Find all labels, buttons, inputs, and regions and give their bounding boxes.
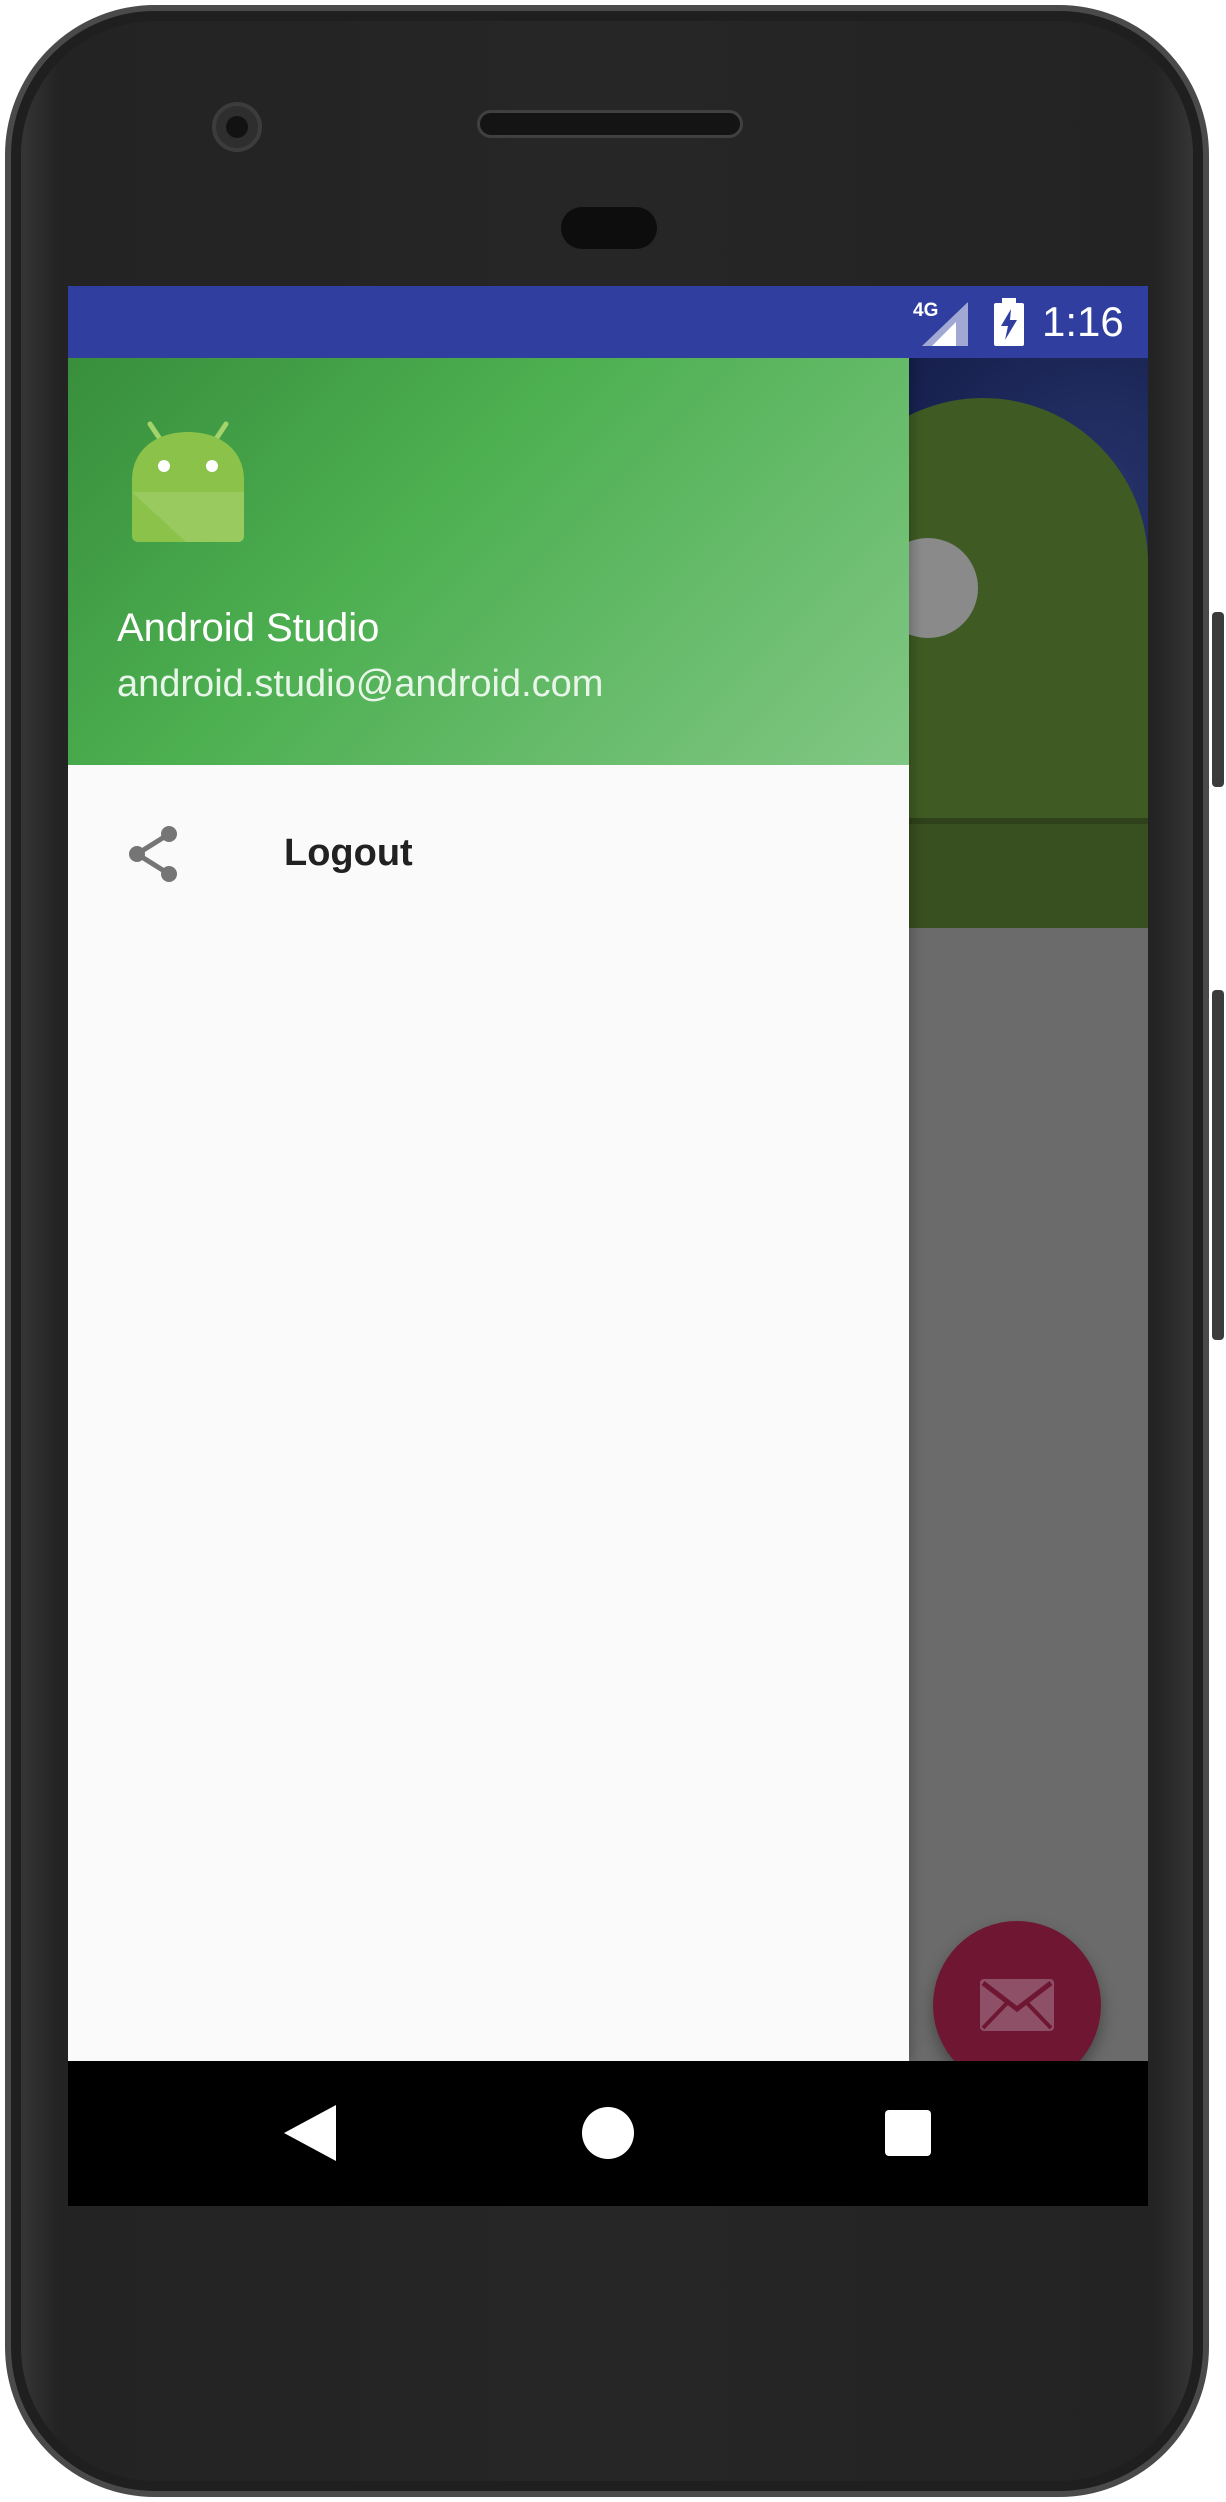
- device-screen: 4G 1:16 Android Studio android.studio@an…: [68, 286, 1148, 2206]
- recents-button[interactable]: [885, 2110, 931, 2156]
- background-band: [878, 818, 1148, 928]
- system-navigation-bar: [68, 2061, 1148, 2206]
- signal-icon: [922, 302, 968, 346]
- proximity-sensor: [561, 207, 657, 249]
- android-icon[interactable]: [126, 420, 250, 544]
- drawer-user-name: Android Studio: [117, 606, 380, 650]
- status-time: 1:16: [1042, 298, 1124, 345]
- menu-item-logout[interactable]: Logout: [68, 804, 909, 904]
- mail-icon: [980, 1979, 1054, 2031]
- front-camera: [212, 102, 262, 152]
- app-header-image: [878, 358, 1148, 928]
- power-button: [1212, 612, 1224, 787]
- battery-charging-icon: [994, 298, 1024, 346]
- drawer-user-email: android.studio@android.com: [117, 663, 604, 705]
- navigation-drawer: Android Studio android.studio@android.co…: [68, 286, 909, 2061]
- earpiece-speaker: [477, 110, 743, 138]
- menu-item-label: Logout: [284, 832, 413, 874]
- home-button[interactable]: [582, 2107, 634, 2159]
- share-icon: [129, 826, 177, 882]
- status-bar: 4G 1:16: [68, 286, 1148, 358]
- back-button[interactable]: [284, 2105, 336, 2161]
- drawer-header: Android Studio android.studio@android.co…: [68, 358, 909, 765]
- volume-button: [1212, 990, 1224, 1340]
